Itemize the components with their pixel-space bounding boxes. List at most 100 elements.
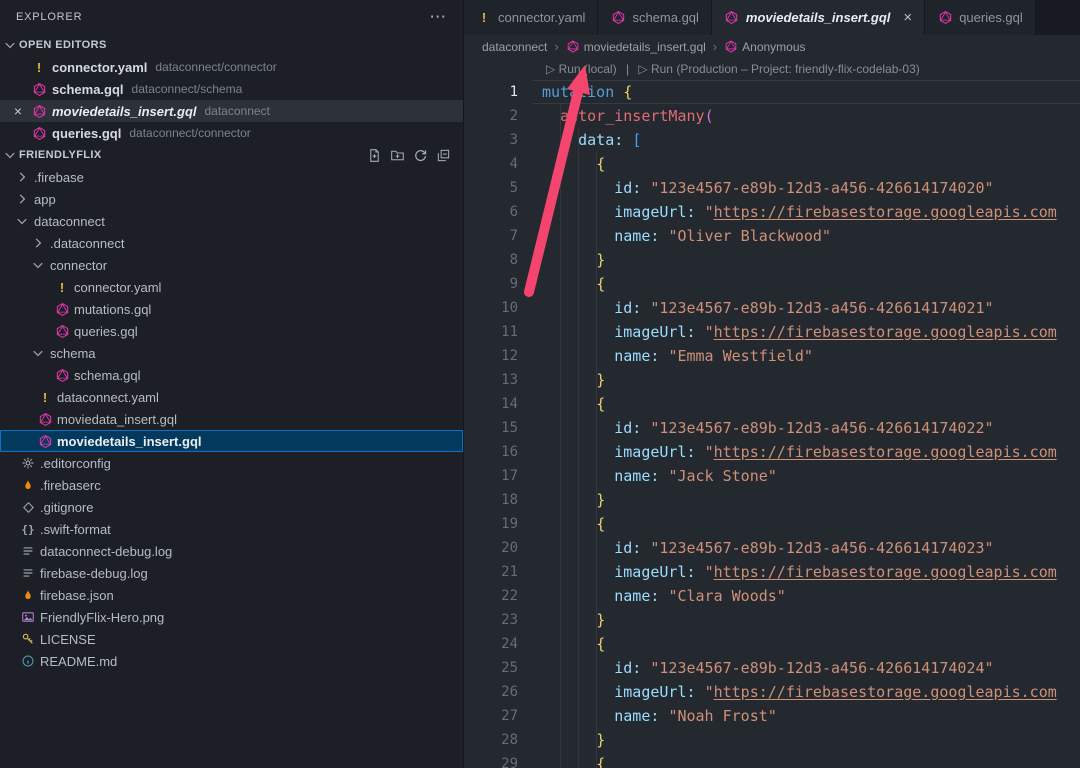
tree-item-firebase-json[interactable]: firebase.json [0,584,463,606]
code-line[interactable]: 13 } [464,368,1080,392]
code-line[interactable]: 28 } [464,728,1080,752]
tree-item-firebaserc[interactable]: .firebaserc [0,474,463,496]
tree-item-dataconnect[interactable]: dataconnect [0,210,463,232]
breadcrumb-item-anonymous[interactable]: Anonymous [724,40,805,54]
tab-moviedetails-insert-gql[interactable]: moviedetails_insert.gql× [712,0,925,35]
line-number[interactable]: 25 [464,656,532,680]
line-number[interactable]: 15 [464,416,532,440]
open-editor-connector-yaml[interactable]: !connector.yamldataconnect/connector [0,56,463,78]
code-line[interactable]: 20 id: "123e4567-e89b-12d3-a456-42661417… [464,536,1080,560]
open-editor-schema-gql[interactable]: schema.gqldataconnect/schema [0,78,463,100]
new-folder-icon[interactable] [389,147,405,163]
code-line[interactable]: 8 } [464,248,1080,272]
code-line[interactable]: 2 actor_insertMany( [464,104,1080,128]
line-number[interactable]: 1 [464,80,532,104]
tab-connector-yaml[interactable]: !connector.yaml [464,0,598,35]
tree-item-friendlyflix-hero-png[interactable]: FriendlyFlix-Hero.png [0,606,463,628]
tree-item-schema[interactable]: schema [0,342,463,364]
line-number[interactable]: 11 [464,320,532,344]
tree-item-dataconnect-debug-log[interactable]: dataconnect-debug.log [0,540,463,562]
line-number[interactable]: 12 [464,344,532,368]
tree-item-license[interactable]: LICENSE [0,628,463,650]
line-number[interactable]: 29 [464,752,532,768]
tree-item-schema-gql[interactable]: schema.gql [0,364,463,386]
collapse-all-icon[interactable] [435,147,451,163]
tree-item-swift-format[interactable]: {}.swift-format [0,518,463,540]
code-line[interactable]: 4 { [464,152,1080,176]
code-line[interactable]: 29 { [464,752,1080,768]
line-number[interactable]: 5 [464,176,532,200]
code-line[interactable]: 25 id: "123e4567-e89b-12d3-a456-42661417… [464,656,1080,680]
open-editor-moviedetails-insert-gql[interactable]: ×moviedetails_insert.gqldataconnect [0,100,463,122]
code-line[interactable]: 23 } [464,608,1080,632]
tree-item-connector-yaml[interactable]: !connector.yaml [0,276,463,298]
line-number[interactable]: 16 [464,440,532,464]
tree-item-dataconnect[interactable]: .dataconnect [0,232,463,254]
open-editors-header[interactable]: OPEN EDITORS [0,34,463,56]
line-number[interactable]: 8 [464,248,532,272]
line-number[interactable]: 20 [464,536,532,560]
chev_d-icon[interactable] [30,257,46,273]
url-link[interactable]: https://firebasestorage.googleapis.com [714,323,1057,341]
close-icon[interactable]: × [10,103,26,119]
url-link[interactable]: https://firebasestorage.googleapis.com [714,683,1057,701]
tree-item-editorconfig[interactable]: .editorconfig [0,452,463,474]
chev_r-icon[interactable] [30,235,46,251]
url-link[interactable]: https://firebasestorage.googleapis.com [714,443,1057,461]
chev_r-icon[interactable] [14,191,30,207]
line-number[interactable]: 19 [464,512,532,536]
tree-item-queries-gql[interactable]: queries.gql [0,320,463,342]
code-line[interactable]: 21 imageUrl: "https://firebasestorage.go… [464,560,1080,584]
breadcrumb-item-moviedetails-insert-gql[interactable]: moviedetails_insert.gql [566,40,706,54]
code-line[interactable]: 27 name: "Noah Frost" [464,704,1080,728]
code-line[interactable]: 14 { [464,392,1080,416]
line-number[interactable]: 4 [464,152,532,176]
line-number[interactable]: 6 [464,200,532,224]
line-number[interactable]: 28 [464,728,532,752]
code-line[interactable]: 26 imageUrl: "https://firebasestorage.go… [464,680,1080,704]
tab-schema-gql[interactable]: schema.gql [598,0,711,35]
new-file-icon[interactable] [366,147,382,163]
line-number[interactable]: 17 [464,464,532,488]
code-line[interactable]: 7 name: "Oliver Blackwood" [464,224,1080,248]
line-number[interactable]: 21 [464,560,532,584]
code-line[interactable]: 5 id: "123e4567-e89b-12d3-a456-426614174… [464,176,1080,200]
tree-item-moviedetails-insert-gql[interactable]: moviedetails_insert.gql [0,430,463,452]
line-number[interactable]: 2 [464,104,532,128]
line-number[interactable]: 14 [464,392,532,416]
code-line[interactable]: 15 id: "123e4567-e89b-12d3-a456-42661417… [464,416,1080,440]
code-line[interactable]: 12 name: "Emma Westfield" [464,344,1080,368]
close-icon[interactable]: × [903,9,912,26]
chev_r-icon[interactable] [14,169,30,185]
url-link[interactable]: https://firebasestorage.googleapis.com [714,203,1057,221]
line-number[interactable]: 13 [464,368,532,392]
tree-item-app[interactable]: app [0,188,463,210]
code-line[interactable]: 10 id: "123e4567-e89b-12d3-a456-42661417… [464,296,1080,320]
tree-item-dataconnect-yaml[interactable]: !dataconnect.yaml [0,386,463,408]
refresh-icon[interactable] [412,147,428,163]
chev_d-icon[interactable] [30,345,46,361]
more-actions-icon[interactable]: ⋯ [429,12,447,22]
url-link[interactable]: https://firebasestorage.googleapis.com [714,563,1057,581]
line-number[interactable]: 23 [464,608,532,632]
tab-queries-gql[interactable]: queries.gql [925,0,1036,35]
code-line[interactable]: 19 { [464,512,1080,536]
line-number[interactable]: 3 [464,128,532,152]
tree-item-firebase-debug-log[interactable]: firebase-debug.log [0,562,463,584]
line-number[interactable]: 24 [464,632,532,656]
code-line[interactable]: 22 name: "Clara Woods" [464,584,1080,608]
tree-item-mutations-gql[interactable]: mutations.gql [0,298,463,320]
run-production-link[interactable]: ▷ Run (Production – Project: friendly-fl… [638,62,919,76]
tree-item-moviedata-insert-gql[interactable]: moviedata_insert.gql [0,408,463,430]
code-line[interactable]: 3 data: [ [464,128,1080,152]
tree-item-gitignore[interactable]: .gitignore [0,496,463,518]
chev_d-icon[interactable] [14,213,30,229]
tree-item-readme-md[interactable]: README.md [0,650,463,672]
line-number[interactable]: 18 [464,488,532,512]
code-line[interactable]: 17 name: "Jack Stone" [464,464,1080,488]
breadcrumb-item-dataconnect[interactable]: dataconnect [482,40,547,54]
code-line[interactable]: 16 imageUrl: "https://firebasestorage.go… [464,440,1080,464]
code-line[interactable]: 9 { [464,272,1080,296]
workspace-header[interactable]: FRIENDLYFLIX [0,144,463,166]
line-number[interactable]: 22 [464,584,532,608]
